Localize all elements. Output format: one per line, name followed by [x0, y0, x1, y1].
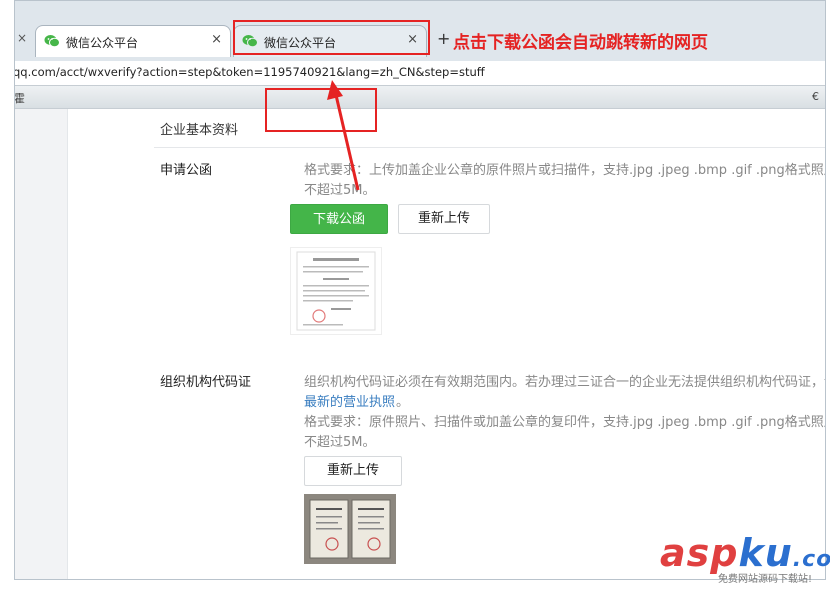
bookmark-item[interactable]: 霍 — [15, 90, 25, 106]
watermark-tagline: 免费网站源码下载站! — [718, 574, 813, 585]
download-letter-button[interactable]: 下载公函 — [290, 204, 388, 234]
reupload-org-code-button[interactable]: 重新上传 — [304, 456, 402, 486]
tab-close-icon[interactable]: × — [211, 32, 222, 47]
document-preview-icon — [296, 251, 376, 331]
download-button-highlight-box — [265, 88, 377, 132]
form-panel: 企业基本资料 申请公函 格式要求：上传加盖企业公章的原件照片或扫描件，支持.jp… — [67, 109, 826, 579]
watermark-brand: asp — [660, 531, 739, 575]
browser-window: × 微信公众平台 × 微信公众平台 × + qq.com/acct/wxveri… — [14, 0, 826, 580]
bookmarks-bar: 霍 € — [15, 86, 825, 109]
org-code-thumbnail[interactable] — [304, 494, 396, 564]
new-tab-button[interactable]: + — [437, 29, 450, 48]
watermark: aspku.com 免费网站源码下载站! — [660, 531, 830, 585]
tab-title: 微信公众平台 — [66, 36, 139, 50]
new-tab-highlight-box — [233, 20, 430, 55]
prev-tab-close-icon[interactable]: × — [17, 31, 27, 45]
bookmark-item[interactable]: € — [812, 90, 819, 103]
letter-desc-line: 不超过5M。 — [304, 183, 376, 198]
certificate-photo-icon — [304, 494, 396, 564]
org-code-desc-line: 组织机构代码证必须在有效期范围内。若办理过三证合一的企业无法提供组织机构代码证，… — [304, 375, 826, 390]
page-content: 企业基本资料 申请公函 格式要求：上传加盖企业公章的原件照片或扫描件，支持.jp… — [15, 109, 825, 579]
link-suffix: 。 — [396, 395, 410, 410]
watermark-brand: .com — [792, 547, 830, 572]
url-text[interactable]: qq.com/acct/wxverify?action=step&token=1… — [15, 65, 485, 79]
annotation-text: 点击下载公函会自动跳转新的网页 — [453, 33, 708, 53]
section-title: 企业基本资料 — [160, 123, 239, 138]
wechat-icon — [44, 35, 60, 48]
divider — [154, 147, 825, 148]
org-code-desc-line: 不超过5M。 — [304, 435, 376, 450]
org-code-label: 组织机构代码证 — [160, 375, 252, 390]
letter-thumbnail[interactable] — [290, 247, 382, 335]
business-license-link[interactable]: 最新的营业执照 — [304, 391, 395, 410]
letter-label: 申请公函 — [160, 163, 213, 178]
watermark-brand: ku — [738, 531, 793, 575]
reupload-letter-button[interactable]: 重新上传 — [398, 204, 490, 234]
tab-wechat-active[interactable]: 微信公众平台 × — [35, 25, 231, 57]
org-code-desc-line: 格式要求：原件照片、扫描件或加盖公章的复印件，支持.jpg .jpeg .bmp… — [304, 415, 826, 430]
address-bar[interactable]: qq.com/acct/wxverify?action=step&token=1… — [15, 61, 825, 86]
letter-desc-line: 格式要求：上传加盖企业公章的原件照片或扫描件，支持.jpg .jpeg .bmp… — [304, 163, 826, 178]
